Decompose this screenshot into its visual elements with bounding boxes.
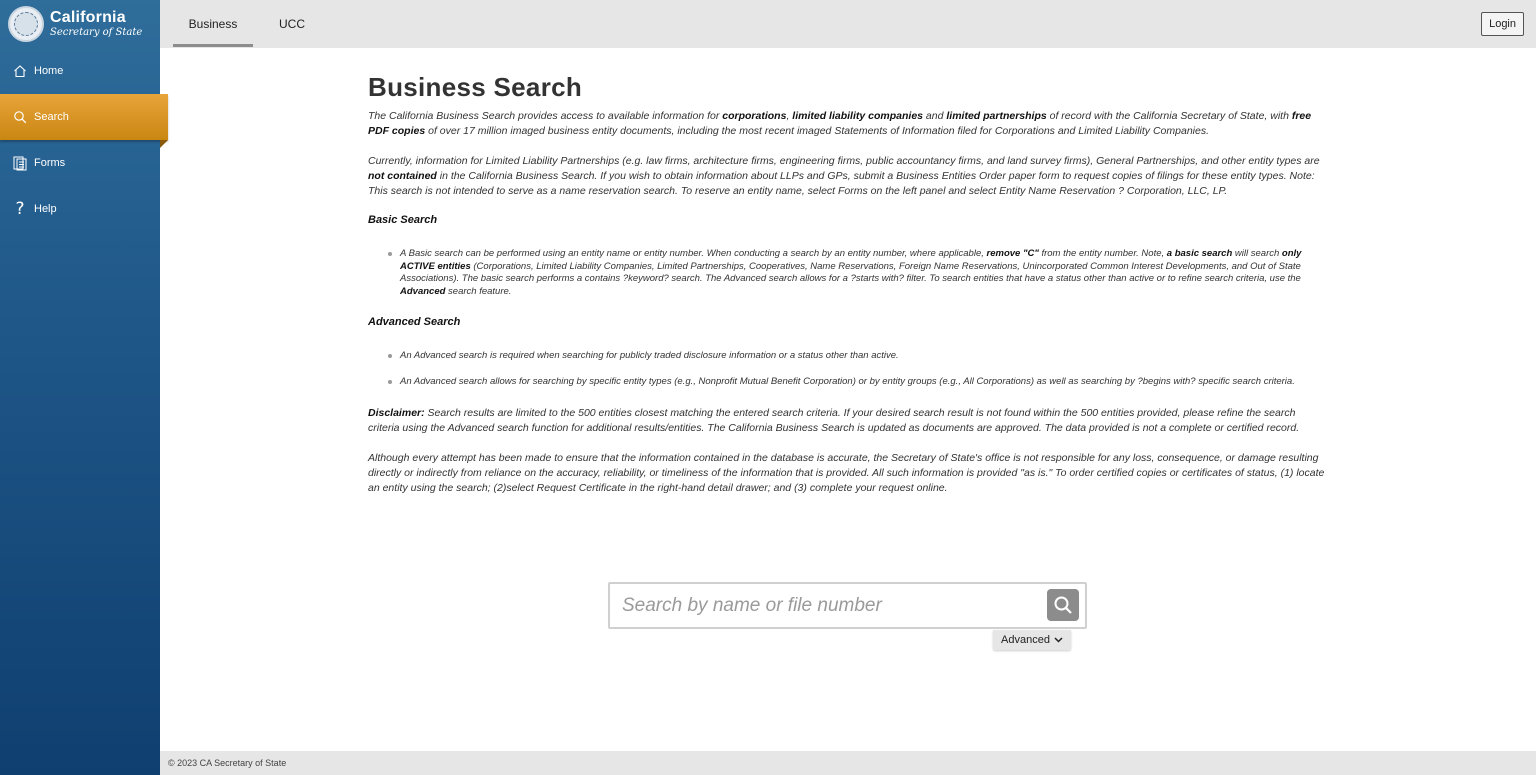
help-icon: ? [15, 199, 25, 219]
brand[interactable]: California Secretary of State [0, 0, 160, 48]
sidebar-item-home[interactable]: Home [0, 48, 160, 94]
home-icon [12, 63, 28, 79]
list-item: A Basic search can be performed using an… [388, 248, 1328, 298]
search-icon [12, 109, 28, 125]
tab-business[interactable]: Business [173, 0, 253, 48]
forms-icon [12, 155, 28, 171]
search-input[interactable] [622, 593, 1042, 619]
search-box [608, 582, 1087, 629]
tab-ucc[interactable]: UCC [270, 0, 314, 48]
advanced-search-button[interactable]: Advanced [993, 630, 1071, 650]
copyright-text: © 2023 CA Secretary of State [168, 758, 287, 768]
list-item: An Advanced search allows for searching … [388, 376, 1328, 389]
intro-paragraph: The California Business Search provides … [368, 110, 1312, 137]
sidebar-item-label: Help [34, 203, 57, 215]
sidebar-item-forms[interactable]: Forms [0, 140, 160, 186]
sidebar-nav: Home Search Forms ? Help [0, 48, 168, 232]
top-bar: Business UCC Login [160, 0, 1536, 48]
sidebar-item-label: Search [34, 111, 69, 123]
advanced-label: Advanced [1001, 634, 1050, 646]
disclaimer-paragraph: Disclaimer: Search results are limited t… [368, 407, 1300, 434]
login-button[interactable]: Login [1481, 12, 1524, 36]
sidebar-item-help[interactable]: ? Help [0, 186, 160, 232]
list-item: An Advanced search is required when sear… [388, 350, 1328, 363]
advanced-search-heading: Advanced Search [368, 316, 461, 328]
brand-title: California [50, 9, 126, 26]
sidebar-item-label: Forms [34, 157, 66, 169]
sidebar: California Secretary of State Home Searc… [0, 0, 168, 775]
entity-types-paragraph: Currently, information for Limited Liabi… [368, 155, 1320, 197]
sidebar-item-search[interactable]: Search [0, 94, 168, 148]
search-button[interactable] [1047, 589, 1079, 621]
chevron-down-icon [1054, 637, 1063, 643]
basic-search-heading: Basic Search [368, 214, 438, 226]
brand-subtitle: Secretary of State [50, 27, 143, 38]
accuracy-paragraph: Although every attempt has been made to … [368, 452, 1325, 494]
advanced-search-list: An Advanced search is required when sear… [388, 350, 1328, 389]
page-title: Business Search [368, 72, 583, 102]
state-seal-icon [8, 6, 44, 42]
basic-search-list: A Basic search can be performed using an… [388, 248, 1328, 298]
sidebar-item-label: Home [34, 65, 64, 77]
footer: © 2023 CA Secretary of State [160, 751, 1536, 775]
search-icon [1054, 596, 1072, 614]
main-content: Business Search The California Business … [368, 72, 1328, 511]
